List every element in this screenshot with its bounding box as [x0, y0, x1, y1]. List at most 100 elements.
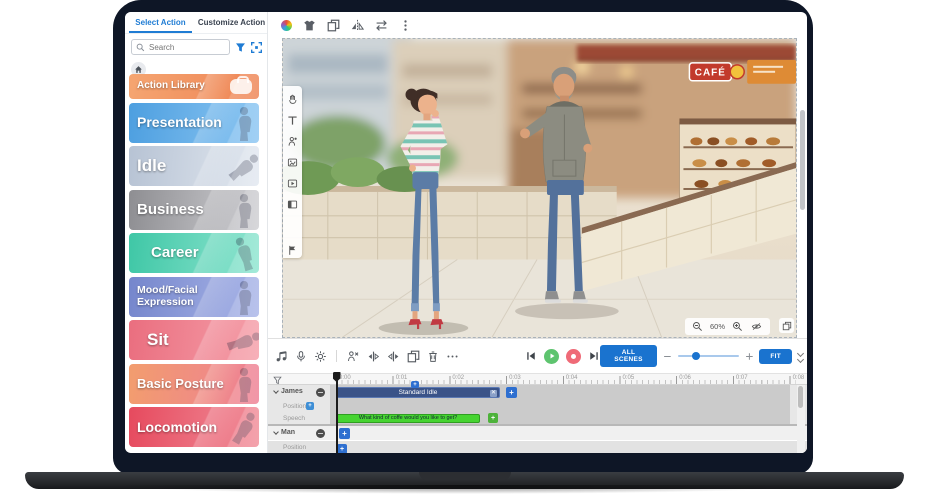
fit-button[interactable]: FIT [759, 349, 792, 364]
clip-close-icon[interactable]: ✕ [490, 390, 497, 397]
trim-start-icon[interactable] [367, 350, 380, 363]
record-button[interactable] [566, 349, 581, 364]
more-tools-icon[interactable] [446, 350, 459, 363]
outfit-icon[interactable] [303, 19, 316, 32]
music-icon[interactable] [275, 350, 288, 363]
card-label: Locomotion [129, 420, 217, 435]
record-icon [571, 354, 576, 359]
expand-icon[interactable] [251, 42, 262, 53]
zoom-in-icon[interactable] [732, 321, 743, 332]
ruler-label: 0:00 [339, 375, 351, 381]
james-track-options-button[interactable] [316, 388, 325, 397]
viewport-scroll-strip [799, 38, 807, 338]
timeline-scrollbar-thumb[interactable] [798, 386, 803, 408]
action-card-mood-facial[interactable]: Mood/Facial Expression [129, 277, 259, 317]
man-track-options-button[interactable] [316, 429, 325, 438]
timeline-ruler[interactable]: 0:00 0:01 0:02 0:03 0:04 0:05 0:06 0:07 … [268, 373, 807, 385]
action-card-basic-posture[interactable]: Basic Posture [129, 364, 259, 404]
timeline-toolbar: ALL SCENES FIT [268, 343, 807, 369]
track-filter-icon[interactable] [273, 376, 282, 385]
image-icon[interactable] [287, 157, 298, 168]
action-card-list: Action Library Presentation Idle Busines… [129, 74, 263, 451]
character-silhouette [234, 194, 254, 228]
add-man-action-button[interactable]: + [339, 428, 350, 439]
media-icon[interactable] [287, 178, 298, 189]
delete-icon[interactable] [427, 350, 439, 363]
action-card-presentation[interactable]: Presentation [129, 103, 259, 143]
remove-character-icon[interactable] [346, 350, 360, 363]
zoom-level: 60% [710, 322, 725, 331]
viewport-scrollbar[interactable] [800, 110, 805, 210]
skip-to-start-icon[interactable] [525, 350, 537, 362]
character-icon[interactable] [287, 136, 298, 147]
flip-horizontal-icon[interactable] [351, 19, 364, 32]
duplicate-stage-button[interactable] [779, 318, 794, 333]
tab-customize-action[interactable]: Customize Action [196, 12, 267, 33]
action-card-idle[interactable]: Idle [129, 146, 259, 186]
action-clip[interactable]: Standard Idle ✕ [336, 387, 500, 398]
track-man[interactable]: Man [274, 429, 295, 436]
hide-eye-icon[interactable] [750, 321, 763, 332]
action-card-business[interactable]: Business [129, 190, 259, 230]
trim-end-icon[interactable] [387, 350, 400, 363]
text-icon[interactable] [287, 115, 298, 126]
layout-panels-icon[interactable] [287, 199, 298, 210]
zoom-out-icon[interactable] [692, 321, 703, 332]
more-options-icon[interactable] [399, 19, 412, 32]
skip-to-end-icon[interactable] [588, 350, 600, 362]
keyframe-marker[interactable]: + [411, 381, 419, 388]
color-tool-icon[interactable] [281, 20, 292, 31]
search-row [125, 34, 267, 59]
add-man-position-button[interactable]: + [337, 444, 347, 453]
character-silhouette [229, 235, 259, 273]
ruler-label: 0:01 [396, 375, 408, 381]
add-speech-button[interactable]: + [488, 413, 498, 423]
library-bag-icon [230, 79, 252, 94]
add-position-keyframe-button[interactable]: + [306, 402, 314, 410]
zoom-minus-icon[interactable] [663, 352, 672, 361]
track-james[interactable]: James [274, 388, 303, 395]
stage-viewport[interactable]: CAFÉ [282, 38, 797, 338]
duplicate-stage-icon [782, 321, 792, 331]
ruler-label: 0:05 [623, 375, 635, 381]
ruler-label: 0:02 [452, 375, 464, 381]
toolbar-separator [336, 350, 337, 362]
filter-icon[interactable] [235, 42, 246, 53]
action-card-locomotion[interactable]: Locomotion [129, 407, 259, 447]
duplicate-clip-icon[interactable] [407, 350, 420, 363]
playhead-line[interactable] [336, 373, 338, 453]
timeline-zoom-slider[interactable] [678, 355, 739, 357]
microphone-icon[interactable] [295, 350, 307, 363]
slider-knob[interactable] [692, 352, 700, 360]
cafe-sign-text: CAFÉ [695, 68, 726, 79]
action-card-career[interactable]: Career [129, 233, 259, 273]
pan-hand-icon[interactable] [287, 93, 298, 105]
laptop-shadow [0, 485, 929, 497]
add-action-button[interactable]: + [506, 387, 517, 398]
laptop-notch [419, 472, 511, 480]
duplicate-icon[interactable] [327, 19, 340, 32]
collapse-timeline-button[interactable] [798, 351, 803, 362]
play-icon [548, 352, 556, 360]
search-box[interactable] [131, 39, 230, 55]
speech-clip[interactable]: What kind of coffe would you like to get… [336, 414, 480, 423]
action-clip-label: Standard Idle [399, 389, 438, 396]
action-card-library[interactable]: Action Library [129, 74, 259, 99]
search-input[interactable] [149, 43, 219, 52]
card-label: Mood/Facial Expression [129, 285, 215, 307]
zoom-plus-icon[interactable] [745, 352, 754, 361]
chevron-down-icon [797, 355, 804, 362]
play-button[interactable] [544, 349, 559, 364]
tab-select-action[interactable]: Select Action [125, 12, 196, 33]
effects-icon[interactable] [314, 350, 327, 363]
swap-icon[interactable] [375, 19, 388, 32]
action-card-sit[interactable]: Sit [129, 320, 259, 360]
all-scenes-button[interactable]: ALL SCENES [600, 345, 657, 367]
timeline-edit-tools [268, 350, 459, 363]
card-label: Basic Posture [129, 377, 224, 391]
track-name: Man [281, 429, 295, 436]
card-label: Career [143, 245, 199, 261]
flag-icon[interactable] [287, 244, 298, 256]
man-position-row-bg [268, 441, 807, 453]
timeline-tracks: James Standard Idle ✕ + + Position + Spe… [268, 385, 807, 453]
